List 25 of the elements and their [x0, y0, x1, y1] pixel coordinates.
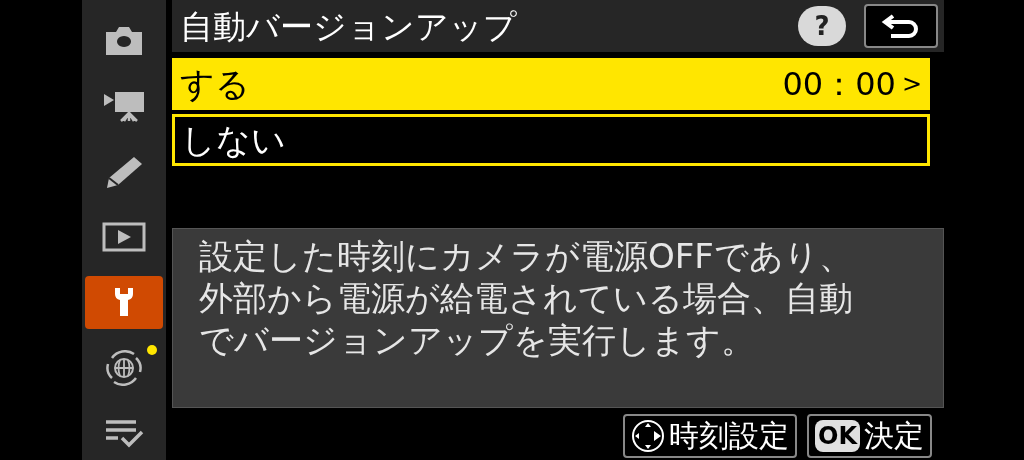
set-time-button[interactable]: 時刻設定	[623, 414, 797, 458]
screen-title: 自動バージョンアップ	[180, 9, 518, 43]
confirm-button[interactable]: OK 決定	[807, 414, 932, 458]
time-value: 00：00	[782, 68, 896, 100]
menu-option[interactable]: しない	[172, 114, 930, 166]
help-text: 設定した時刻にカメラが電源OFFであり、外部から電源が給電されている場合、自動でバージョンアップを実行します。	[172, 228, 944, 408]
back-button[interactable]	[864, 4, 938, 48]
menu-tab[interactable]	[85, 275, 163, 330]
list-check-icon	[104, 418, 144, 449]
pencil-icon	[104, 154, 144, 189]
back-icon	[881, 13, 921, 39]
button-label: 時刻設定	[669, 421, 789, 451]
multi-selector-icon	[631, 419, 665, 453]
help-button[interactable]: ?	[798, 6, 846, 46]
ok-badge: OK	[815, 420, 860, 452]
button-label: 決定	[864, 421, 924, 451]
option-label: する	[180, 67, 251, 101]
menu-option[interactable]: する 00：00 >	[172, 58, 930, 110]
camera-icon	[103, 25, 145, 56]
option-label: しない	[181, 123, 287, 157]
arrow-glyph: >	[901, 72, 922, 96]
playback-icon	[102, 221, 146, 252]
movie-camera-icon	[102, 90, 146, 123]
wrench-icon	[112, 286, 136, 319]
globe-icon	[104, 349, 144, 386]
